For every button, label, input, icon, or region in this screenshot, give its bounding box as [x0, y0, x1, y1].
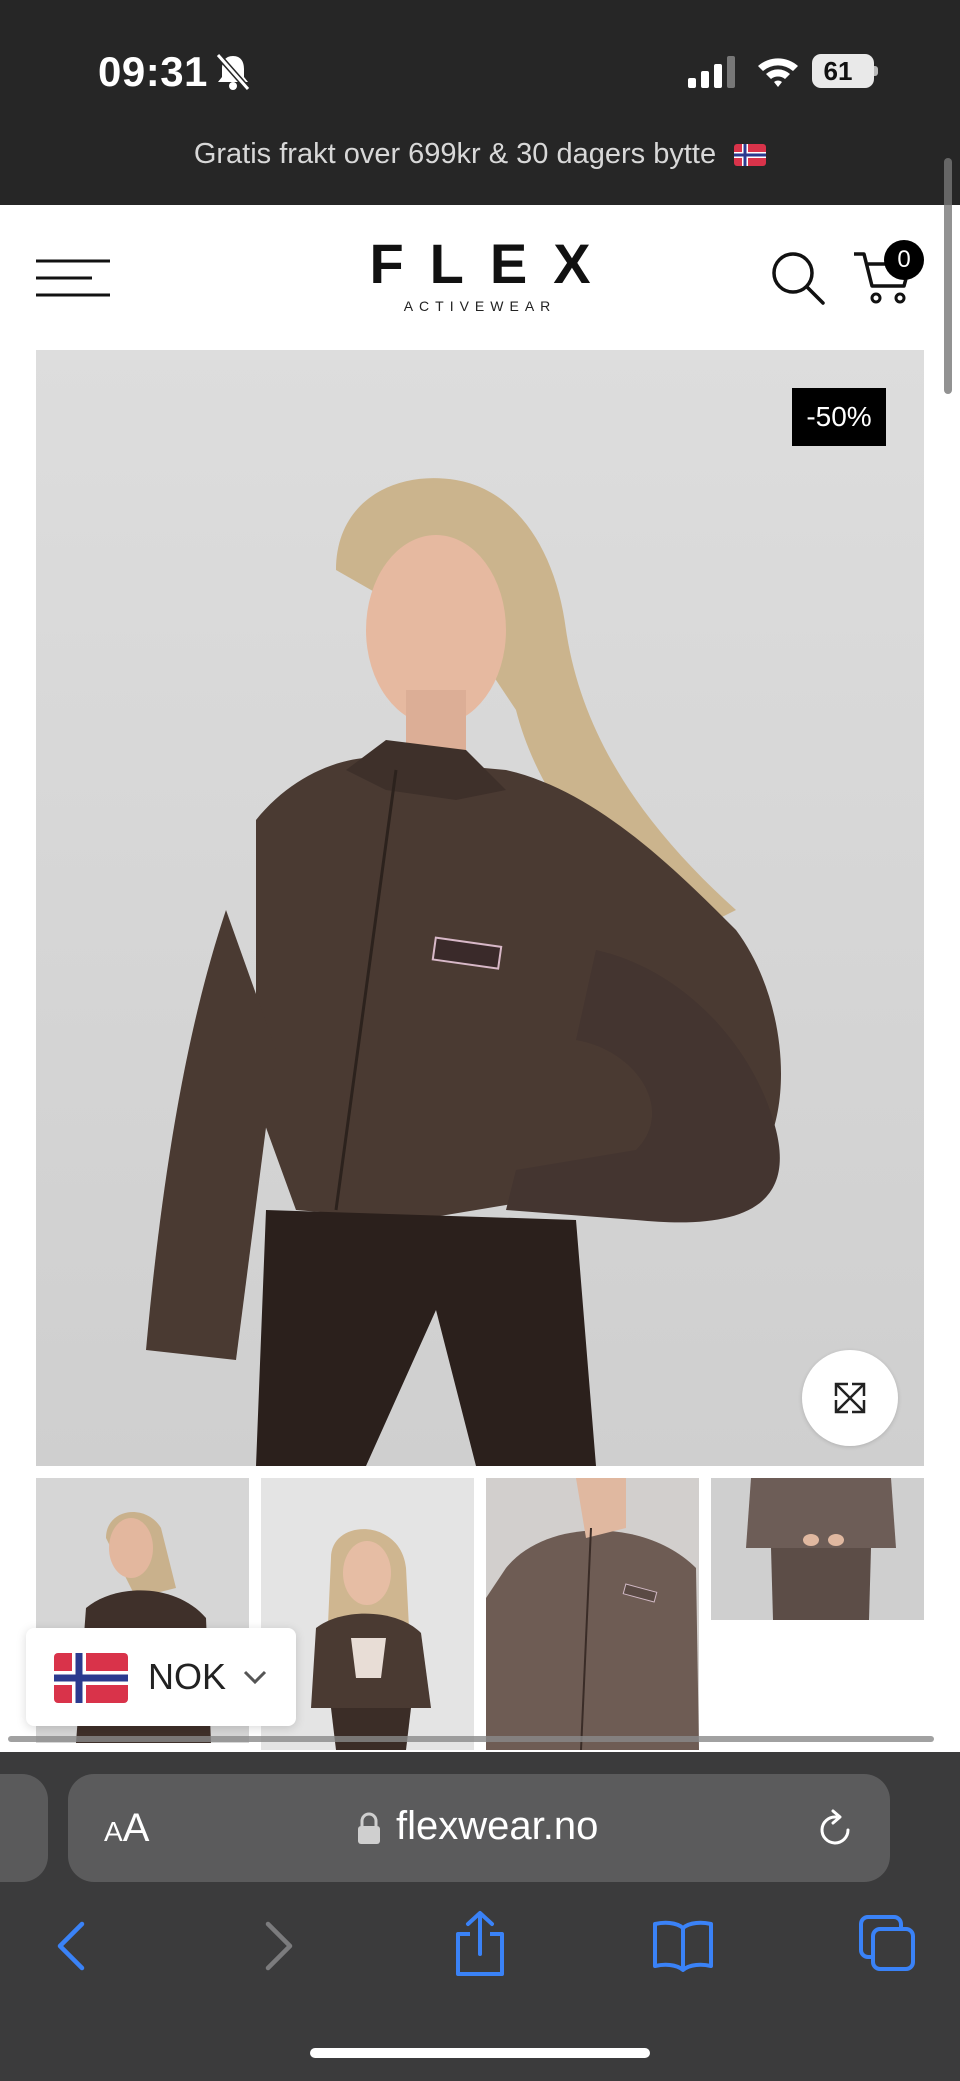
horizontal-scrollbar[interactable]	[8, 1736, 934, 1742]
signal-icon	[688, 56, 735, 88]
currency-selector[interactable]: NOK	[26, 1628, 296, 1726]
product-main-image[interactable]	[36, 350, 924, 1466]
tabs-icon[interactable]	[858, 1914, 916, 1972]
product-thumbnail-4[interactable]	[711, 1478, 924, 1620]
lock-icon	[358, 1812, 380, 1844]
site-logo[interactable]: FLEX ACTIVEWEAR	[340, 236, 620, 320]
chevron-down-icon	[243, 1670, 267, 1685]
norway-flag-icon	[734, 144, 767, 167]
aa-large-letter: A	[122, 1806, 150, 1850]
bell-off-icon	[215, 53, 251, 91]
previous-tab-preview[interactable]	[0, 1774, 48, 1882]
aa-small-letter: A	[104, 1816, 123, 1847]
back-icon[interactable]	[52, 1918, 92, 1974]
norway-flag-icon	[54, 1653, 128, 1703]
menu-icon[interactable]	[36, 258, 110, 298]
battery-level: 61	[823, 56, 853, 86]
home-indicator	[310, 2048, 650, 2058]
thumbnail-image	[486, 1478, 699, 1750]
product-thumbnail-3[interactable]	[486, 1478, 699, 1750]
discount-badge: -50%	[792, 388, 886, 446]
page-scrollbar[interactable]	[944, 158, 952, 394]
bookmarks-icon[interactable]	[652, 1918, 714, 1972]
reader-options-button[interactable]: AA	[104, 1806, 149, 1851]
promo-banner: Gratis frakt over 699kr & 30 dagers bytt…	[0, 138, 960, 171]
search-icon[interactable]	[770, 250, 826, 306]
currency-label: NOK	[148, 1656, 227, 1697]
battery-icon: 61	[812, 54, 880, 90]
reload-icon[interactable]	[816, 1808, 856, 1850]
expand-image-button[interactable]	[802, 1350, 898, 1446]
thumbnail-image	[746, 1478, 896, 1620]
logo-wordmark: FLEX	[369, 232, 617, 295]
expand-icon	[834, 1382, 866, 1414]
forward-icon[interactable]	[258, 1918, 298, 1974]
promo-text: Gratis frakt over 699kr & 30 dagers bytt…	[193, 138, 717, 170]
wifi-icon	[758, 58, 798, 87]
logo-tagline: ACTIVEWEAR	[403, 298, 557, 314]
share-icon[interactable]	[452, 1910, 508, 1978]
cart-count-badge: 0	[884, 240, 924, 280]
status-time: 09:31	[98, 48, 208, 95]
url-text[interactable]: flexwear.no	[396, 1804, 598, 1849]
model-illustration	[146, 478, 781, 1466]
